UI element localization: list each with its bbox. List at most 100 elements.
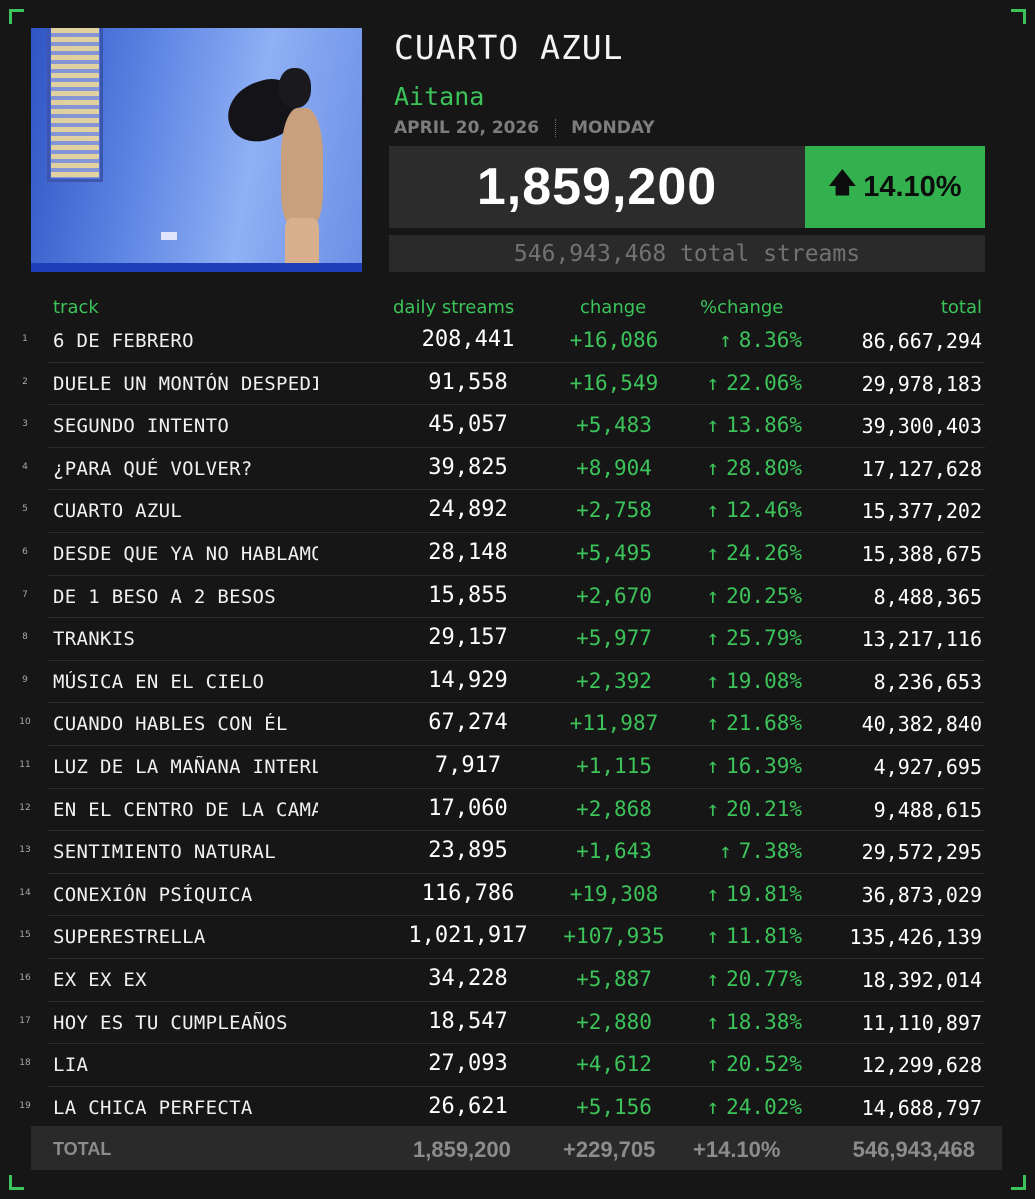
table-row[interactable]: 13 SENTIMIENTO NATURAL 23,895 +1,643 29,572,…: [0, 831, 1035, 874]
up-arrow-icon: ↑: [706, 1094, 720, 1119]
track-total-streams: 9,488,615: [873, 797, 982, 822]
track-number: 7: [22, 589, 28, 600]
table-row[interactable]: 8 TRANKIS 29,157 +5,977 13,217,116 ↑ 25.79%: [0, 618, 1035, 661]
cover-floor: [31, 263, 362, 272]
track-number: 11: [19, 759, 31, 770]
table-row[interactable]: 19 LA CHICA PERFECTA 26,621 +5,156 14,688,79…: [0, 1087, 1035, 1130]
track-percent-change: ↑ 18.38%: [680, 1010, 802, 1034]
track-daily-streams: 116,786: [421, 880, 515, 906]
track-total-streams: 29,572,295: [861, 840, 982, 865]
track-daily-streams: 17,060: [428, 795, 508, 821]
track-percent-change-value: 7.38%: [738, 839, 802, 864]
track-percent-change-value: 12.46%: [726, 498, 802, 523]
track-change: +1,643: [576, 839, 652, 864]
track-name: DESDE QUE YA NO HABLAMOS: [53, 542, 318, 565]
track-percent-change-value: 11.81%: [726, 924, 802, 949]
frame-corner-top-left: [9, 9, 24, 24]
track-percent-change: ↑ 20.52%: [680, 1052, 802, 1076]
track-change: +1,115: [576, 753, 652, 778]
track-percent-change-value: 19.81%: [726, 881, 802, 906]
track-total-streams: 11,110,897: [861, 1010, 982, 1035]
table-row[interactable]: 17 HOY ES TU CUMPLEAÑOS 18,547 +2,880 11,110…: [0, 1002, 1035, 1045]
track-percent-change: ↑ 25.79%: [680, 626, 802, 650]
up-arrow-icon: 🡅: [828, 168, 857, 198]
track-number: 8: [22, 632, 28, 643]
track-change: +107,935: [563, 924, 665, 949]
table-row[interactable]: 12 EN EL CENTRO DE LA CAMA 17,060 +2,868 9,4…: [0, 789, 1035, 832]
table-row[interactable]: 9 MÚSICA EN EL CIELO 14,929 +2,392 8,236,653…: [0, 661, 1035, 704]
artist-name[interactable]: Aitana: [394, 82, 484, 111]
column-header-total: total: [940, 297, 982, 318]
table-row[interactable]: 18 LIA 27,093 +4,612 12,299,628 ↑ 20.52%: [0, 1044, 1035, 1087]
track-percent-change-value: 28.80%: [726, 455, 802, 480]
track-change: +5,495: [576, 540, 652, 565]
track-percent-change: ↑ 20.77%: [680, 967, 802, 991]
track-total-streams: 12,299,628: [861, 1053, 982, 1078]
track-name: CUANDO HABLES CON ÉL: [53, 713, 288, 736]
column-header-percent-change: %change: [700, 297, 784, 318]
up-arrow-icon: ↑: [706, 924, 720, 949]
totals-label: TOTAL: [53, 1139, 112, 1159]
up-arrow-icon: ↑: [706, 498, 720, 523]
column-header-daily-streams: daily streams: [393, 297, 515, 318]
track-total-streams: 14,688,797: [861, 1095, 982, 1120]
table-row[interactable]: 7 DE 1 BESO A 2 BESOS 15,855 +2,670 8,488,36…: [0, 576, 1035, 619]
up-arrow-icon: ↑: [706, 881, 720, 906]
track-percent-change: ↑ 13.86%: [680, 413, 802, 437]
table-row[interactable]: 1 6 DE FEBRERO 208,441 +16,086 86,667,294 ↑ 8.…: [0, 320, 1035, 363]
table-row[interactable]: 16 EX EX EX 34,228 +5,887 18,392,014 ↑ 20.77%: [0, 959, 1035, 1002]
table-row[interactable]: 14 CONEXIÓN PSÍQUICA 116,786 +19,308 36,873,…: [0, 874, 1035, 917]
up-arrow-icon: ↑: [706, 966, 720, 991]
up-arrow-icon: ↑: [706, 626, 720, 651]
track-total-streams: 8,488,365: [873, 584, 982, 609]
table-row[interactable]: 15 SUPERESTRELLA 1,021,917 +107,935 135,426,…: [0, 916, 1035, 959]
track-total-streams: 135,426,139: [849, 925, 982, 950]
up-arrow-icon: ↑: [706, 668, 720, 693]
totals-percent-change: +14.10%: [693, 1137, 781, 1162]
track-name: SUPERESTRELLA: [53, 926, 206, 949]
weekday-text: MONDAY: [571, 118, 655, 138]
track-daily-streams: 67,274: [428, 710, 508, 736]
up-arrow-icon: ↑: [706, 753, 720, 778]
track-change: +11,987: [569, 711, 659, 736]
track-percent-change: ↑ 8.36%: [680, 328, 802, 352]
track-name: CUARTO AZUL: [53, 500, 183, 523]
track-number: 2: [22, 376, 28, 387]
track-total-streams: 15,377,202: [861, 499, 982, 524]
track-total-streams: 18,392,014: [861, 967, 982, 992]
track-percent-change: ↑ 7.38%: [680, 839, 802, 863]
track-percent-change-value: 20.21%: [726, 796, 802, 821]
table-row[interactable]: 2 DUELE UN MONTÓN DESPEDIRNOS 91,558 +16,54…: [0, 363, 1035, 406]
up-arrow-icon: ↑: [706, 1052, 720, 1077]
track-total-streams: 39,300,403: [861, 414, 982, 439]
track-daily-streams: 15,855: [428, 582, 508, 608]
table-row[interactable]: 10 CUANDO HABLES CON ÉL 67,274 +11,987 40,38…: [0, 703, 1035, 746]
track-name: 6 DE FEBRERO: [53, 330, 194, 352]
track-change: +5,483: [576, 413, 652, 438]
track-name: LA CHICA PERFECTA: [53, 1096, 253, 1119]
track-number: 6: [22, 546, 28, 557]
track-change: +16,549: [569, 370, 659, 395]
track-change: +2,880: [576, 1009, 652, 1034]
table-row[interactable]: 5 CUARTO AZUL 24,892 +2,758 15,377,202 ↑ 12.46…: [0, 490, 1035, 533]
table-row[interactable]: 4 ¿PARA QUÉ VOLVER? 39,825 +8,904 17,127,628…: [0, 448, 1035, 491]
track-daily-streams: 24,892: [428, 497, 508, 523]
track-daily-streams: 29,157: [428, 625, 508, 651]
table-row[interactable]: 6 DESDE QUE YA NO HABLAMOS 28,148 +5,495 15,…: [0, 533, 1035, 576]
track-percent-change-value: 20.77%: [726, 966, 802, 991]
track-change: +5,156: [576, 1094, 652, 1119]
track-number: 16: [19, 972, 31, 983]
track-percent-change: ↑ 20.25%: [680, 584, 802, 608]
track-name: SEGUNDO INTENTO: [53, 415, 230, 438]
table-row[interactable]: 3 SEGUNDO INTENTO 45,057 +5,483 39,300,403 ↑ 1…: [0, 405, 1035, 448]
track-change: +5,977: [576, 626, 652, 651]
album-cover: [31, 28, 362, 272]
track-total-streams: 4,927,695: [873, 754, 982, 779]
track-number: 17: [19, 1015, 31, 1026]
track-percent-change-value: 16.39%: [726, 753, 802, 778]
track-percent-change-value: 21.68%: [726, 711, 802, 736]
track-change: +2,758: [576, 498, 652, 523]
track-total-streams: 15,388,675: [861, 541, 982, 566]
table-row[interactable]: 11 LUZ DE LA MAÑANA INTERLUDIO 7,917 +1,115…: [0, 746, 1035, 789]
track-number: 13: [19, 845, 31, 856]
